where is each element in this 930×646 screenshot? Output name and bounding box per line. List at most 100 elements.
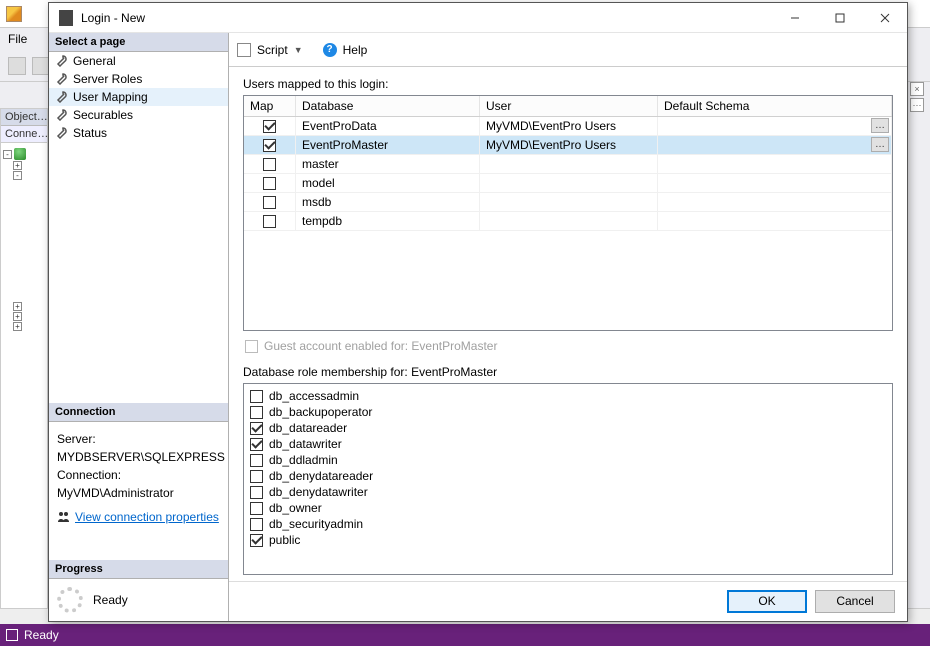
maximize-button[interactable] <box>817 3 862 33</box>
bg-overflow-icon[interactable]: ⋯ <box>910 98 924 112</box>
tree-collapse-icon[interactable]: - <box>3 150 12 159</box>
role-item[interactable]: public <box>250 532 886 548</box>
table-row[interactable]: msdb <box>244 193 892 212</box>
cancel-button[interactable]: Cancel <box>815 590 895 613</box>
page-item-user-mapping[interactable]: User Mapping <box>49 88 228 106</box>
toolbar-btn[interactable] <box>8 57 26 75</box>
minimize-button[interactable] <box>772 3 817 33</box>
tree-expand-icon[interactable]: + <box>13 322 22 331</box>
map-checkbox[interactable] <box>263 196 276 209</box>
connect-bar[interactable]: Conne… <box>1 126 47 143</box>
progress-area: Ready <box>49 579 228 621</box>
tree-expand-icon[interactable]: + <box>13 161 22 170</box>
role-name: db_owner <box>269 501 322 515</box>
role-checkbox[interactable] <box>250 406 263 419</box>
role-checkbox[interactable] <box>250 486 263 499</box>
connection-heading: Connection <box>49 403 228 422</box>
tree-expand-icon[interactable]: + <box>13 312 22 321</box>
object-tree[interactable]: - + - + + + <box>1 143 47 336</box>
wrench-icon <box>55 127 67 139</box>
cell-schema[interactable] <box>658 174 892 192</box>
dialog-toolbar: Script ▼ ? Help <box>229 33 907 67</box>
script-icon <box>237 43 251 57</box>
role-checkbox[interactable] <box>250 390 263 403</box>
wrench-icon <box>55 91 67 103</box>
role-checkbox[interactable] <box>250 534 263 547</box>
table-row[interactable]: master <box>244 155 892 174</box>
connection-link-label: View connection properties <box>75 510 219 524</box>
role-item[interactable]: db_denydatawriter <box>250 484 886 500</box>
view-connection-properties-link[interactable]: View connection properties <box>57 510 219 524</box>
role-name: public <box>269 533 300 547</box>
guest-label: Guest account enabled for: EventProMaste… <box>264 339 497 353</box>
page-item-server-roles[interactable]: Server Roles <box>49 70 228 88</box>
role-item[interactable]: db_owner <box>250 500 886 516</box>
role-item[interactable]: db_backupoperator <box>250 404 886 420</box>
menu-file[interactable]: File <box>8 32 27 46</box>
page-item-general[interactable]: General <box>49 52 228 70</box>
map-checkbox[interactable] <box>263 177 276 190</box>
role-item[interactable]: db_datawriter <box>250 436 886 452</box>
role-item[interactable]: db_denydatareader <box>250 468 886 484</box>
roles-list[interactable]: db_accessadmindb_backupoperatordb_datare… <box>243 383 893 575</box>
role-checkbox[interactable] <box>250 470 263 483</box>
bg-close-icon[interactable]: × <box>910 82 924 96</box>
table-row[interactable]: EventProDataMyVMD\EventPro Users… <box>244 117 892 136</box>
map-checkbox[interactable] <box>263 215 276 228</box>
dialog-titlebar[interactable]: Login - New <box>49 3 907 33</box>
table-row[interactable]: model <box>244 174 892 193</box>
role-item[interactable]: db_securityadmin <box>250 516 886 532</box>
role-item[interactable]: db_accessadmin <box>250 388 886 404</box>
page-item-label: Server Roles <box>73 72 142 86</box>
close-button[interactable] <box>862 3 907 33</box>
browse-button[interactable]: … <box>871 118 889 133</box>
wrench-icon <box>55 73 67 85</box>
cell-database: msdb <box>296 193 480 211</box>
page-item-securables[interactable]: Securables <box>49 106 228 124</box>
cell-user: MyVMD\EventPro Users <box>480 136 658 154</box>
tree-expand-icon[interactable]: + <box>13 302 22 311</box>
cell-schema[interactable] <box>658 193 892 211</box>
bg-statusbar: Ready <box>0 624 930 646</box>
role-name: db_securityadmin <box>269 517 363 531</box>
cell-schema[interactable]: … <box>658 136 892 154</box>
map-checkbox[interactable] <box>263 139 276 152</box>
role-checkbox[interactable] <box>250 518 263 531</box>
cell-database: master <box>296 155 480 173</box>
browse-button[interactable]: … <box>871 137 889 152</box>
col-database[interactable]: Database <box>296 96 480 116</box>
script-dropdown-icon[interactable]: ▼ <box>294 45 303 55</box>
role-checkbox[interactable] <box>250 422 263 435</box>
role-item[interactable]: db_ddladmin <box>250 452 886 468</box>
role-item[interactable]: db_datareader <box>250 420 886 436</box>
cell-schema[interactable] <box>658 155 892 173</box>
mapping-grid[interactable]: Map Database User Default Schema EventPr… <box>243 95 893 331</box>
select-page-heading: Select a page <box>49 33 228 52</box>
role-name: db_datareader <box>269 421 347 435</box>
page-item-status[interactable]: Status <box>49 124 228 142</box>
script-button[interactable]: Script <box>257 43 288 57</box>
cell-database: EventProData <box>296 117 480 135</box>
col-default-schema[interactable]: Default Schema <box>658 96 892 116</box>
tree-collapse-icon[interactable]: - <box>13 171 22 180</box>
role-checkbox[interactable] <box>250 454 263 467</box>
people-icon <box>57 511 71 523</box>
role-checkbox[interactable] <box>250 438 263 451</box>
cell-database: tempdb <box>296 212 480 230</box>
map-checkbox[interactable] <box>263 120 276 133</box>
table-row[interactable]: tempdb <box>244 212 892 231</box>
connection-label: Connection: <box>57 468 220 482</box>
cell-schema[interactable]: … <box>658 117 892 135</box>
table-row[interactable]: EventProMasterMyVMD\EventPro Users… <box>244 136 892 155</box>
map-checkbox[interactable] <box>263 158 276 171</box>
cell-user <box>480 193 658 211</box>
ok-button[interactable]: OK <box>727 590 807 613</box>
cell-schema[interactable] <box>658 212 892 230</box>
server-label: Server: <box>57 432 220 446</box>
help-button[interactable]: Help <box>343 43 368 57</box>
role-checkbox[interactable] <box>250 502 263 515</box>
col-map[interactable]: Map <box>244 96 296 116</box>
col-user[interactable]: User <box>480 96 658 116</box>
users-mapped-label: Users mapped to this login: <box>243 77 893 91</box>
page-list: General Server Roles User MappingSecurable… <box>49 52 228 142</box>
